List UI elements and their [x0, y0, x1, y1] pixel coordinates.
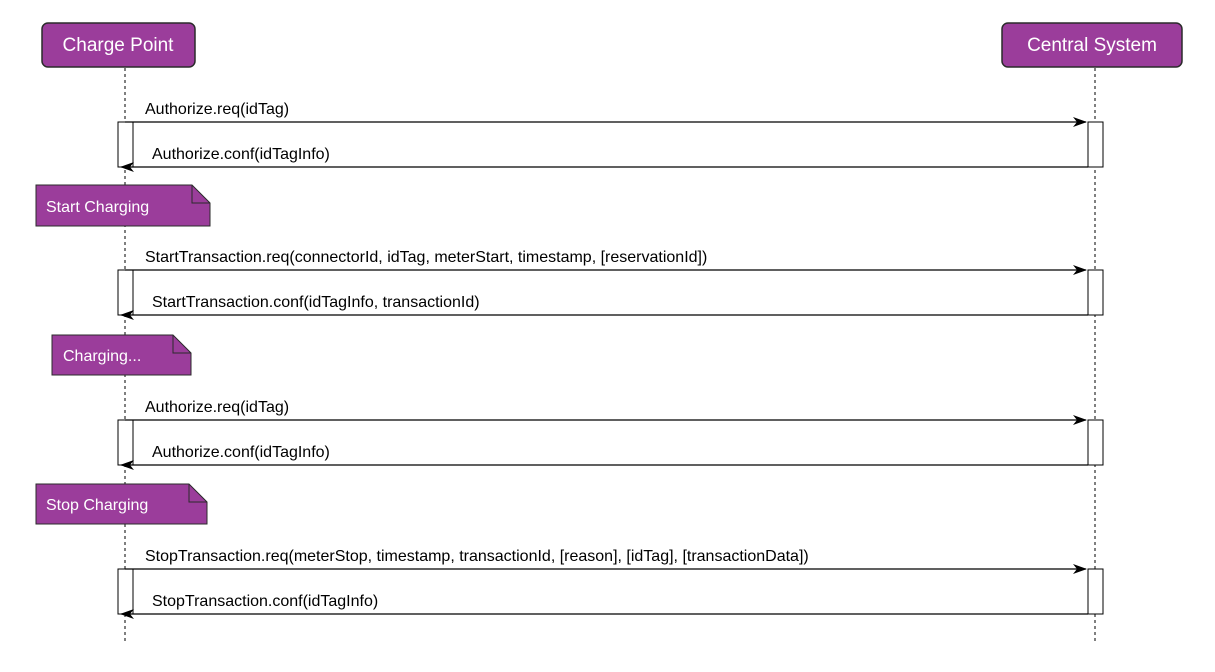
note-label: Charging... — [63, 348, 141, 365]
response-label: StartTransaction.conf(idTagInfo, transac… — [152, 294, 480, 311]
message-block-3: Authorize.req(idTag) Authorize.conf(idTa… — [117, 399, 1104, 470]
activation-bar-charge-point — [117, 121, 134, 168]
activation-bar-central-system — [1087, 419, 1104, 466]
note-label: Stop Charging — [46, 497, 148, 514]
sequence-diagram-canvas: Charge Point Central System Authorize.re… — [35, 22, 1183, 642]
activation-bar-charge-point — [117, 568, 134, 615]
note-charging: Charging... — [51, 334, 192, 376]
note-stop-charging: Stop Charging — [35, 483, 208, 525]
activation-bar-charge-point — [117, 269, 134, 316]
activation-bar-central-system — [1087, 121, 1104, 168]
activation-bar-charge-point — [117, 419, 134, 466]
note-start-charging: Start Charging — [35, 184, 211, 227]
request-label: Authorize.req(idTag) — [145, 101, 289, 118]
note-label: Start Charging — [46, 199, 149, 216]
request-label: Authorize.req(idTag) — [145, 399, 289, 416]
message-block-2: StartTransaction.req(connectorId, idTag,… — [117, 249, 1104, 320]
activation-bar-central-system — [1087, 269, 1104, 316]
response-label: Authorize.conf(idTagInfo) — [152, 146, 330, 163]
request-label: StartTransaction.req(connectorId, idTag,… — [145, 249, 707, 266]
participant-central-system: Central System — [1001, 22, 1183, 68]
activation-bar-central-system — [1087, 568, 1104, 615]
sequence-diagram: Charge Point Central System Authorize.re… — [0, 0, 1215, 672]
message-block-4: StopTransaction.req(meterStop, timestamp… — [117, 548, 1104, 619]
response-label: Authorize.conf(idTagInfo) — [152, 444, 330, 461]
participant-label-charge-point: Charge Point — [63, 35, 175, 56]
response-label: StopTransaction.conf(idTagInfo) — [152, 593, 378, 610]
request-label: StopTransaction.req(meterStop, timestamp… — [145, 548, 809, 565]
participant-label-central-system: Central System — [1027, 35, 1157, 56]
message-block-1: Authorize.req(idTag) Authorize.conf(idTa… — [117, 101, 1104, 172]
participant-charge-point: Charge Point — [41, 22, 196, 68]
